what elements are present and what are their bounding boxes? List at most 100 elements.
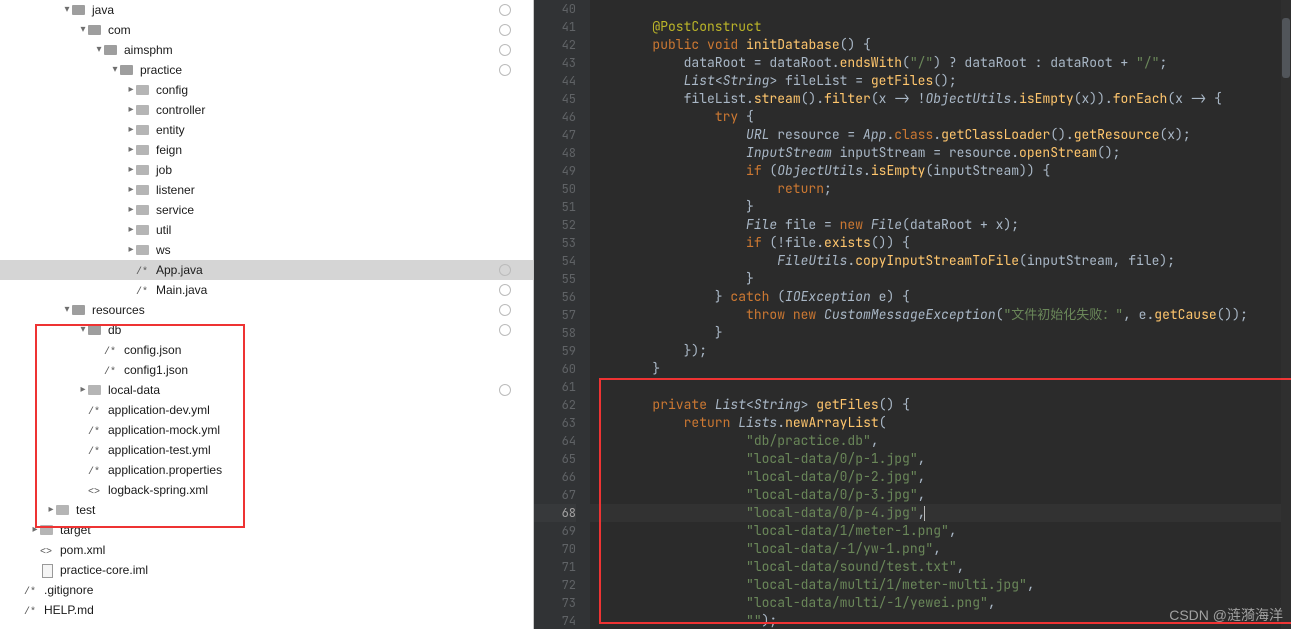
line-number[interactable]: 41 (534, 18, 576, 36)
code-line[interactable]: "local-data/sound/test.txt", (590, 558, 1281, 576)
line-number[interactable]: 56 (534, 288, 576, 306)
chevron-down-icon[interactable]: ▾ (62, 300, 72, 320)
tree-item--gitignore[interactable]: ▸.gitignore (0, 580, 533, 600)
tree-item-aimsphm[interactable]: ▾aimsphm (0, 40, 533, 60)
tree-item-config-json[interactable]: ▸config.json (0, 340, 533, 360)
chevron-right-icon[interactable]: ▸ (126, 180, 136, 200)
chevron-right-icon[interactable]: ▸ (126, 240, 136, 260)
tree-item-target[interactable]: ▸target (0, 520, 533, 540)
code-line[interactable]: "local-data/-1/yw-1.png", (590, 540, 1281, 558)
line-number[interactable]: 66 (534, 468, 576, 486)
chevron-down-icon[interactable]: ▾ (110, 60, 120, 80)
tree-item-ws[interactable]: ▸ws (0, 240, 533, 260)
line-number[interactable]: 46 (534, 108, 576, 126)
line-number[interactable]: 69 (534, 522, 576, 540)
line-number[interactable]: 62 (534, 396, 576, 414)
code-line[interactable]: List<String> fileList = getFiles(); (590, 72, 1281, 90)
line-number[interactable]: 51 (534, 198, 576, 216)
line-number[interactable]: 53 (534, 234, 576, 252)
tree-item-application-test-yml[interactable]: ▸application-test.yml (0, 440, 533, 460)
chevron-right-icon[interactable]: ▸ (126, 120, 136, 140)
line-number[interactable]: 48 (534, 144, 576, 162)
code-line[interactable]: throw new CustomMessageException("文件初始化失… (590, 306, 1281, 324)
code-line[interactable]: File file = new File(dataRoot + x); (590, 216, 1281, 234)
line-number[interactable]: 52 (534, 216, 576, 234)
line-number[interactable]: 55 (534, 270, 576, 288)
tree-item-controller[interactable]: ▸controller (0, 100, 533, 120)
code-line[interactable]: "db/practice.db", (590, 432, 1281, 450)
code-line[interactable]: } (590, 270, 1281, 288)
tree-item-main-java[interactable]: ▸Main.java (0, 280, 533, 300)
tree-item-job[interactable]: ▸job (0, 160, 533, 180)
project-tree[interactable]: ▾java▾com▾aimsphm▾practice▸config▸contro… (0, 0, 534, 629)
line-number[interactable]: 50 (534, 180, 576, 198)
tree-item-application-dev-yml[interactable]: ▸application-dev.yml (0, 400, 533, 420)
line-number[interactable]: 59 (534, 342, 576, 360)
line-number[interactable]: 47 (534, 126, 576, 144)
tree-item-practice[interactable]: ▾practice (0, 60, 533, 80)
editor-code-area[interactable]: @PostConstruct public void initDatabase(… (590, 0, 1281, 629)
code-line[interactable]: "local-data/0/p-2.jpg", (590, 468, 1281, 486)
line-number[interactable]: 45 (534, 90, 576, 108)
tree-item-practice-core-iml[interactable]: ▸practice-core.iml (0, 560, 533, 580)
code-line[interactable]: try { (590, 108, 1281, 126)
tree-item-listener[interactable]: ▸listener (0, 180, 533, 200)
line-number[interactable]: 57 (534, 306, 576, 324)
line-number[interactable]: 64 (534, 432, 576, 450)
line-number[interactable]: 42 (534, 36, 576, 54)
code-line[interactable]: "local-data/0/p-4.jpg", (590, 504, 1281, 522)
code-line[interactable]: if (!file.exists()) { (590, 234, 1281, 252)
chevron-down-icon[interactable]: ▾ (94, 40, 104, 60)
code-line[interactable]: "local-data/multi/1/meter-multi.jpg", (590, 576, 1281, 594)
chevron-down-icon[interactable]: ▾ (78, 320, 88, 340)
code-line[interactable]: }); (590, 342, 1281, 360)
line-number[interactable]: 73 (534, 594, 576, 612)
code-line[interactable] (590, 378, 1281, 396)
chevron-right-icon[interactable]: ▸ (78, 380, 88, 400)
line-number[interactable]: 61 (534, 378, 576, 396)
code-line[interactable]: return Lists.newArrayList( (590, 414, 1281, 432)
tree-item-util[interactable]: ▸util (0, 220, 533, 240)
code-line[interactable]: if (ObjectUtils.isEmpty(inputStream)) { (590, 162, 1281, 180)
code-line[interactable]: FileUtils.copyInputStreamToFile(inputStr… (590, 252, 1281, 270)
tree-item-help-md[interactable]: ▸HELP.md (0, 600, 533, 620)
code-line[interactable]: "local-data/0/p-3.jpg", (590, 486, 1281, 504)
chevron-right-icon[interactable]: ▸ (126, 220, 136, 240)
tree-item-test[interactable]: ▸test (0, 500, 533, 520)
code-line[interactable]: } (590, 198, 1281, 216)
chevron-down-icon[interactable]: ▾ (78, 20, 88, 40)
tree-item-pom-xml[interactable]: ▸pom.xml (0, 540, 533, 560)
tree-item-java[interactable]: ▾java (0, 0, 533, 20)
tree-item-service[interactable]: ▸service (0, 200, 533, 220)
tree-item-application-properties[interactable]: ▸application.properties (0, 460, 533, 480)
line-number[interactable]: 67 (534, 486, 576, 504)
line-number[interactable]: 65 (534, 450, 576, 468)
code-line[interactable]: } catch (IOException e) { (590, 288, 1281, 306)
chevron-right-icon[interactable]: ▸ (126, 100, 136, 120)
tree-item-resources[interactable]: ▾resources (0, 300, 533, 320)
line-number[interactable]: 74 (534, 612, 576, 629)
code-line[interactable]: } (590, 360, 1281, 378)
line-number[interactable]: 49 (534, 162, 576, 180)
code-editor[interactable]: 4041424344454647484950515253545556575859… (534, 0, 1291, 629)
tree-item-app-java[interactable]: ▸App.java (0, 260, 533, 280)
chevron-right-icon[interactable]: ▸ (126, 80, 136, 100)
tree-item-application-mock-yml[interactable]: ▸application-mock.yml (0, 420, 533, 440)
line-number[interactable]: 54 (534, 252, 576, 270)
code-line[interactable]: ""); (590, 612, 1281, 629)
tree-item-entity[interactable]: ▸entity (0, 120, 533, 140)
line-number[interactable]: 63 (534, 414, 576, 432)
code-line[interactable]: } (590, 324, 1281, 342)
code-line[interactable]: private List<String> getFiles() { (590, 396, 1281, 414)
line-number[interactable]: 68 (534, 504, 576, 522)
code-line[interactable]: return; (590, 180, 1281, 198)
code-line[interactable]: public void initDatabase() { (590, 36, 1281, 54)
chevron-right-icon[interactable]: ▸ (30, 520, 40, 540)
chevron-right-icon[interactable]: ▸ (126, 200, 136, 220)
code-line[interactable]: "local-data/0/p-1.jpg", (590, 450, 1281, 468)
line-number[interactable]: 43 (534, 54, 576, 72)
tree-item-feign[interactable]: ▸feign (0, 140, 533, 160)
tree-item-logback-spring-xml[interactable]: ▸logback-spring.xml (0, 480, 533, 500)
code-line[interactable]: URL resource = App.class.getClassLoader(… (590, 126, 1281, 144)
line-number[interactable]: 71 (534, 558, 576, 576)
